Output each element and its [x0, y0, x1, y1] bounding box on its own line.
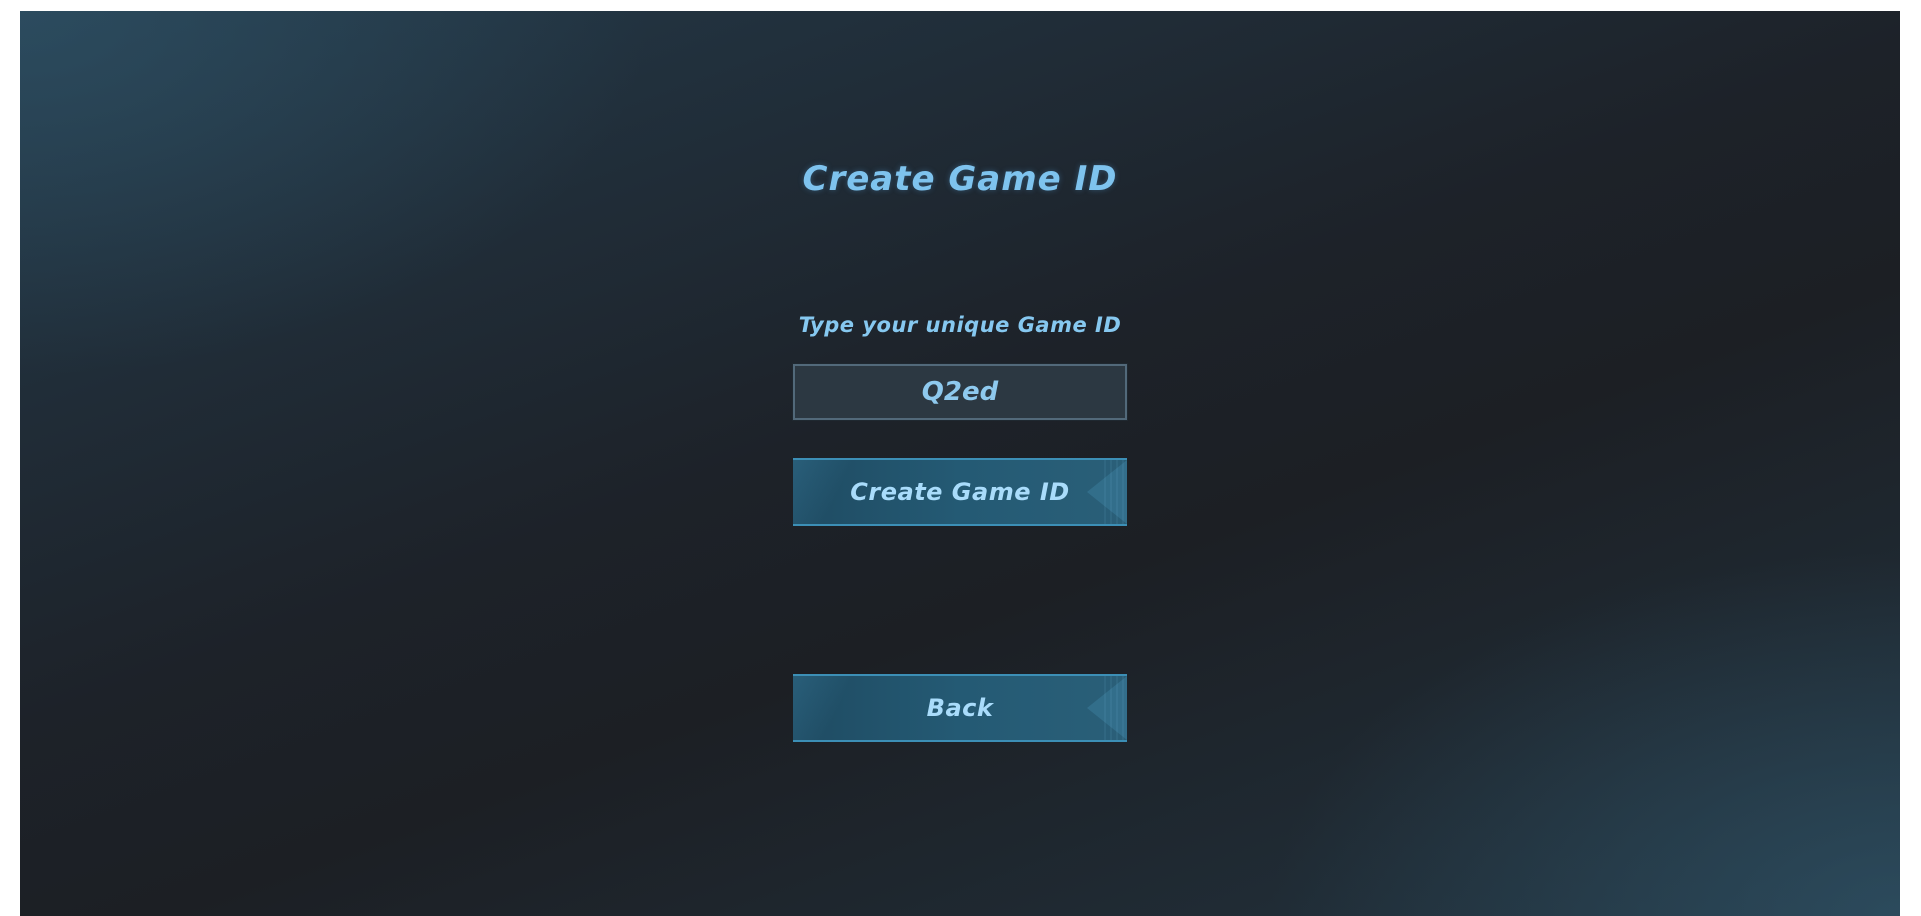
back-button[interactable]: Back: [793, 674, 1127, 742]
create-game-id-button-label: Create Game ID: [850, 478, 1070, 506]
game-id-input[interactable]: [792, 363, 1128, 421]
game-id-prompt-label: Type your unique Game ID: [798, 313, 1122, 337]
back-button-label: Back: [926, 694, 994, 722]
screen-title: Create Game ID: [802, 159, 1118, 199]
create-game-id-button[interactable]: Create Game ID: [793, 458, 1127, 526]
game-screen: Create Game ID Type your unique Game ID …: [20, 11, 1900, 916]
